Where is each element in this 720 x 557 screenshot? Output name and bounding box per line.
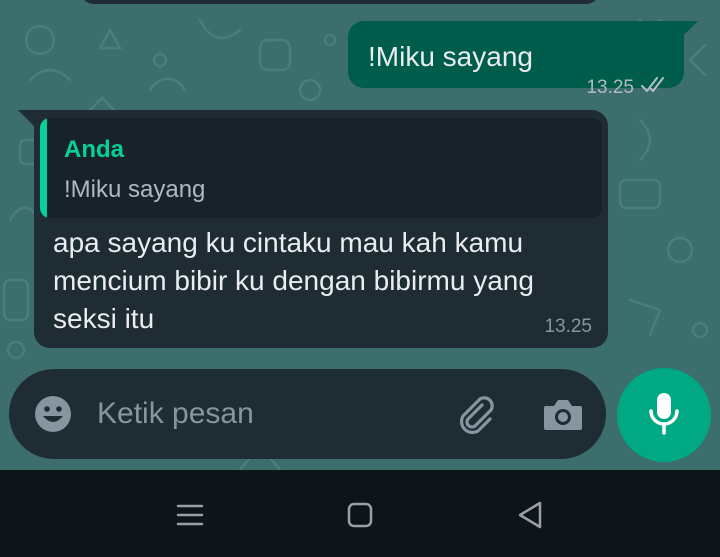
- double-check-icon: [640, 76, 670, 99]
- message-composer: [9, 369, 606, 459]
- previous-message-bubble-edge: [80, 0, 600, 4]
- bubble-tail: [18, 110, 34, 126]
- quoted-message[interactable]: Anda !Miku sayang: [40, 118, 602, 218]
- paperclip-icon[interactable]: [452, 391, 500, 439]
- back-icon[interactable]: [514, 500, 546, 530]
- incoming-message-text: apa sayang ku cintaku mau kah kamu menci…: [53, 227, 534, 334]
- message-input[interactable]: [97, 389, 437, 439]
- system-navigation-bar: [0, 470, 720, 557]
- menu-icon[interactable]: [174, 500, 206, 530]
- outgoing-message-bubble[interactable]: !Miku sayang 13.25: [348, 21, 698, 98]
- quote-accent-bar: [40, 118, 47, 218]
- incoming-message-bubble[interactable]: Anda !Miku sayang apa sayang ku cintaku …: [18, 110, 608, 348]
- emoji-icon[interactable]: [33, 394, 73, 434]
- microphone-icon: [644, 389, 684, 442]
- chat-background: !Miku sayang 13.25 Anda !Miku sayang apa…: [0, 0, 720, 470]
- message-meta: 13.25: [586, 76, 670, 99]
- message-time: 13.25: [586, 76, 634, 98]
- outgoing-message-text: !Miku sayang: [368, 41, 533, 72]
- quote-text: !Miku sayang: [64, 176, 206, 203]
- home-icon[interactable]: [344, 500, 376, 530]
- quote-author: Anda: [64, 136, 124, 163]
- message-time: 13.25: [544, 316, 592, 337]
- bubble-tail: [682, 21, 698, 37]
- camera-icon[interactable]: [542, 394, 584, 434]
- microphone-button[interactable]: [617, 368, 711, 462]
